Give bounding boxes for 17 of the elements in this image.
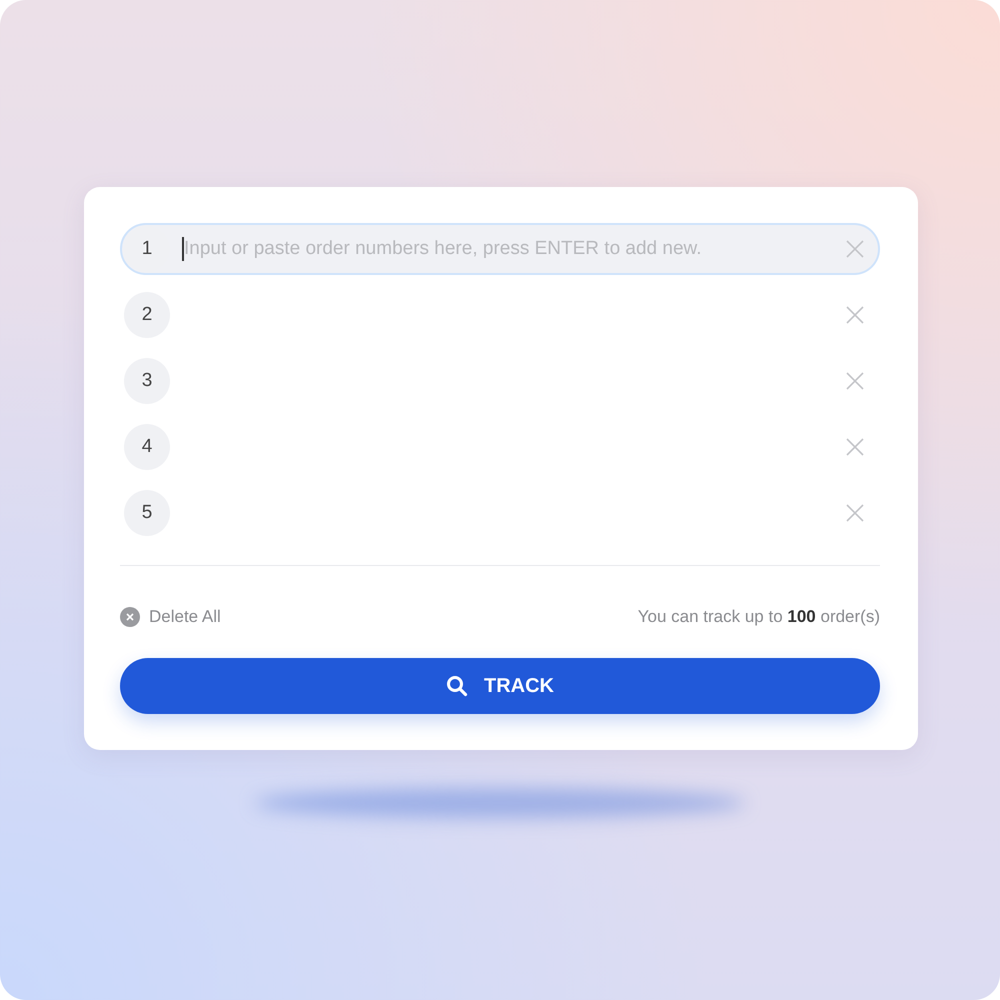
order-number-field[interactable]: 1 Input or paste order numbers here, press ENTER to add new.	[120, 223, 880, 275]
track-button[interactable]: TRACK	[120, 658, 880, 714]
close-icon[interactable]	[846, 240, 864, 258]
clear-icon	[120, 606, 140, 627]
close-icon[interactable]	[846, 306, 864, 324]
row-number: 3	[124, 358, 170, 404]
close-icon[interactable]	[846, 504, 864, 522]
row-number: 2	[124, 292, 170, 338]
order-number-input[interactable]: Input or paste order numbers here, press ENTER to add new.	[184, 234, 846, 264]
row-number: 4	[124, 424, 170, 470]
close-icon[interactable]	[846, 372, 864, 390]
search-icon	[446, 674, 468, 696]
order-limit-note: You can track up to 100 order(s)	[638, 606, 880, 628]
row-number: 5	[124, 490, 170, 536]
delete-all-button[interactable]: Delete All	[120, 604, 221, 630]
close-icon[interactable]	[846, 438, 864, 456]
text-cursor	[182, 237, 184, 261]
